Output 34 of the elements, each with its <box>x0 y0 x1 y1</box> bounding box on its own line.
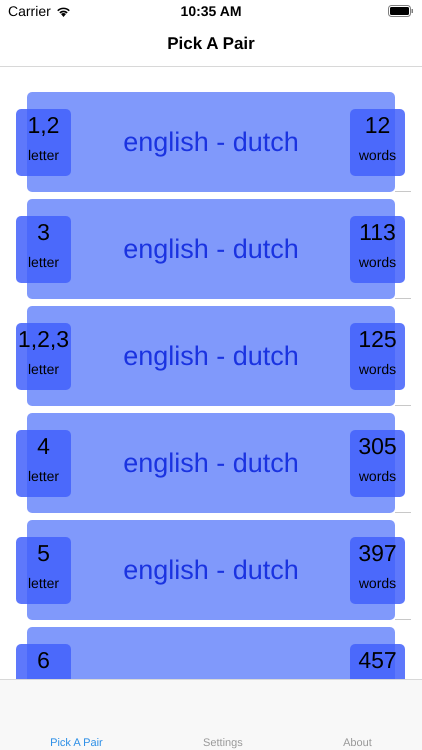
words-label: words <box>358 575 396 591</box>
word-count: 305 <box>358 433 397 460</box>
pair-title: english - dutch <box>123 234 299 264</box>
carrier-name: Carrier <box>8 3 51 19</box>
words-label: words <box>358 468 396 484</box>
letter-label: letter <box>28 361 60 377</box>
letter-count: 4 <box>37 433 50 460</box>
word-count: 397 <box>358 540 397 567</box>
pair-title: english - dutch <box>123 554 299 586</box>
nav-title: Pick A Pair <box>167 34 255 54</box>
status-time: 10:35 AM <box>180 3 242 19</box>
letter-count: 1,2 <box>28 112 60 139</box>
words-label: words <box>358 361 396 377</box>
wifi-icon <box>56 6 71 16</box>
letter-count: 5 <box>37 540 50 567</box>
letter-label: letter <box>28 254 60 270</box>
words-label: words <box>358 254 396 270</box>
letter-label: letter <box>28 147 60 163</box>
pair-title: english - dutch <box>123 126 299 158</box>
words-label: words <box>358 147 396 163</box>
letter-label: letter <box>28 468 60 484</box>
battery-icon <box>388 5 414 17</box>
letter-count: 6 <box>37 647 50 674</box>
tab-button[interactable]: About <box>343 737 372 749</box>
tab-button[interactable]: Settings <box>203 737 243 749</box>
pair-title: english - dutch <box>123 340 299 372</box>
tab-button[interactable]: Pick A Pair <box>50 737 103 749</box>
word-count: 457 <box>358 647 397 674</box>
word-count: 12 <box>364 112 390 139</box>
word-count: 125 <box>358 326 397 353</box>
letter-count: 3 <box>37 219 50 246</box>
word-count: 113 <box>359 219 396 246</box>
letter-label: letter <box>28 575 60 591</box>
pair-title: english - dutch <box>123 448 299 478</box>
